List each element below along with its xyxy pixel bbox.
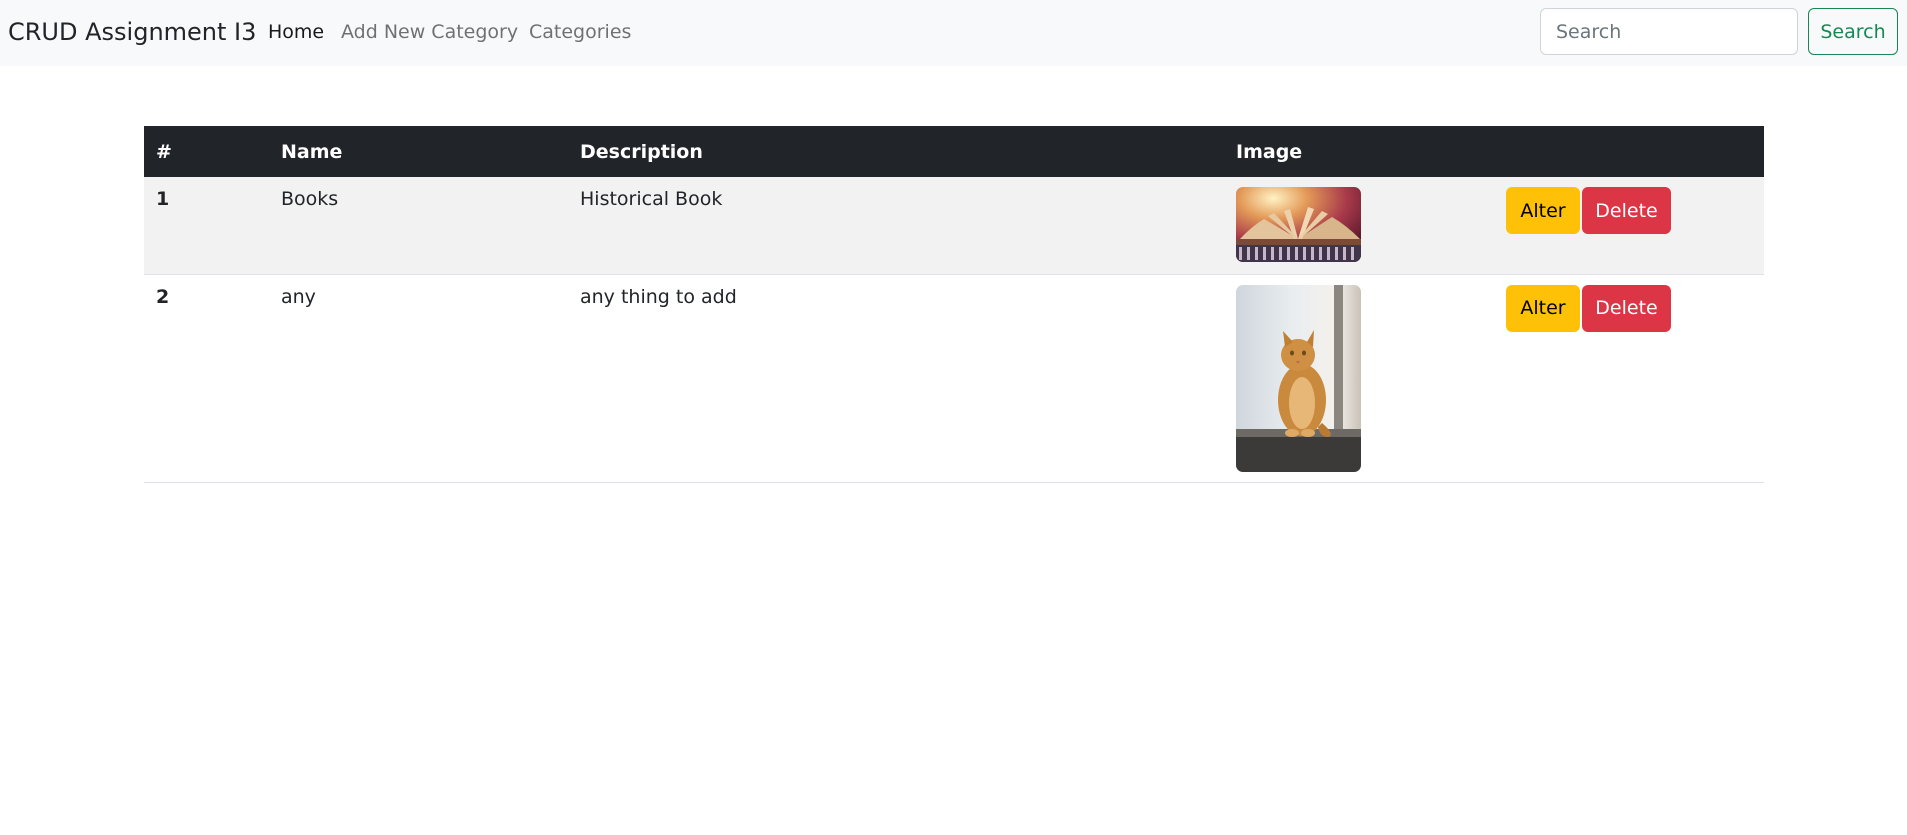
column-header-name: Name: [281, 140, 343, 163]
nav-link-categories[interactable]: Categories: [529, 20, 631, 44]
delete-button[interactable]: Delete: [1582, 187, 1671, 234]
nav-link-add-new-category[interactable]: Add New Category: [341, 20, 518, 44]
column-header-description: Description: [580, 140, 703, 163]
row-name: any: [269, 274, 568, 483]
row-actions: Alter Delete: [1494, 274, 1764, 483]
column-header-index: #: [156, 140, 172, 163]
alter-button[interactable]: Alter: [1506, 187, 1580, 234]
row-index: 1: [144, 177, 269, 275]
book-photo-image: [1236, 187, 1361, 262]
row-name: Books: [269, 177, 568, 275]
column-header-image: Image: [1236, 140, 1303, 163]
search-button[interactable]: Search: [1808, 8, 1898, 55]
row-index: 2: [144, 274, 269, 483]
table-header-row: # Name Description Image: [144, 126, 1764, 177]
table-row: 1 Books Historical Book Alter Delete: [144, 177, 1764, 275]
categories-table: # Name Description Image 1 Books Histori…: [144, 126, 1764, 483]
navbar: CRUD Assignment I3 Home Add New Category…: [0, 0, 1907, 66]
row-image-cell: [1224, 177, 1494, 275]
row-image-cell: [1224, 274, 1494, 483]
alter-button[interactable]: Alter: [1506, 284, 1580, 332]
navbar-brand[interactable]: CRUD Assignment I3: [8, 17, 256, 47]
column-header-actions: [1494, 126, 1764, 177]
delete-button[interactable]: Delete: [1582, 284, 1671, 332]
table-row: 2 any any thing to add Alter Delete: [144, 274, 1764, 483]
cat-photo-image: [1236, 284, 1361, 472]
nav-link-home[interactable]: Home: [268, 20, 324, 44]
row-actions: Alter Delete: [1494, 177, 1764, 275]
row-description: any thing to add: [568, 274, 1224, 483]
row-description: Historical Book: [568, 177, 1224, 275]
search-input[interactable]: [1540, 8, 1798, 55]
